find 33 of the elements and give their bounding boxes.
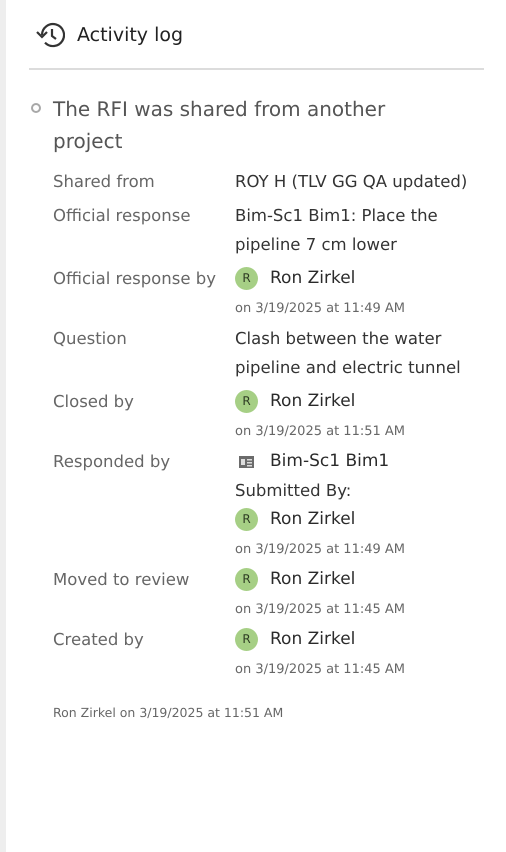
field-label: Moved to review	[53, 569, 190, 591]
timestamp: on 3/19/2025 at 11:45 AM	[235, 601, 406, 619]
field-value: Submitted By:	[235, 480, 352, 502]
user-name: Ron Zirkel	[270, 628, 356, 651]
timestamp: on 3/19/2025 at 11:49 AM	[235, 541, 406, 559]
avatar: R	[235, 508, 258, 531]
avatar: R	[235, 390, 258, 413]
user-name: Ron Zirkel	[270, 390, 356, 413]
field-label: Responded by	[53, 451, 172, 473]
avatar: R	[235, 568, 258, 591]
field-label: Official response	[53, 205, 192, 227]
field-value: Clash between the water pipeline and electric tunnel	[235, 328, 462, 379]
avatar: R	[235, 267, 258, 290]
field-value: Bim-Sc1 Bim1: Place the pipeline 7 cm lower	[235, 205, 439, 256]
app-name: Bim-Sc1 Bim1	[270, 450, 390, 473]
entry-footer: Ron Zirkel on 3/19/2025 at 11:51 AM	[53, 704, 484, 723]
user-name: Ron Zirkel	[270, 568, 356, 591]
field-label: Question	[53, 328, 128, 350]
history-icon	[35, 21, 65, 49]
timestamp: on 3/19/2025 at 11:51 AM	[235, 423, 406, 441]
panel-title: Activity log	[77, 22, 184, 48]
timeline-dot	[31, 103, 41, 113]
user-name: Ron Zirkel	[270, 508, 356, 531]
field-label: Closed by	[53, 391, 135, 413]
field-label: Created by	[53, 629, 145, 651]
field-label: Official response by	[53, 268, 217, 290]
field-value: ROY H (TLV GG QA updated)	[235, 171, 468, 193]
user-name: Ron Zirkel	[270, 267, 356, 290]
avatar: R	[235, 628, 258, 651]
timestamp: on 3/19/2025 at 11:45 AM	[235, 661, 406, 679]
timestamp: on 3/19/2025 at 11:49 AM	[235, 300, 406, 318]
field-label: Shared from	[53, 171, 156, 193]
entry-title: The RFI was shared from another project	[53, 96, 386, 155]
